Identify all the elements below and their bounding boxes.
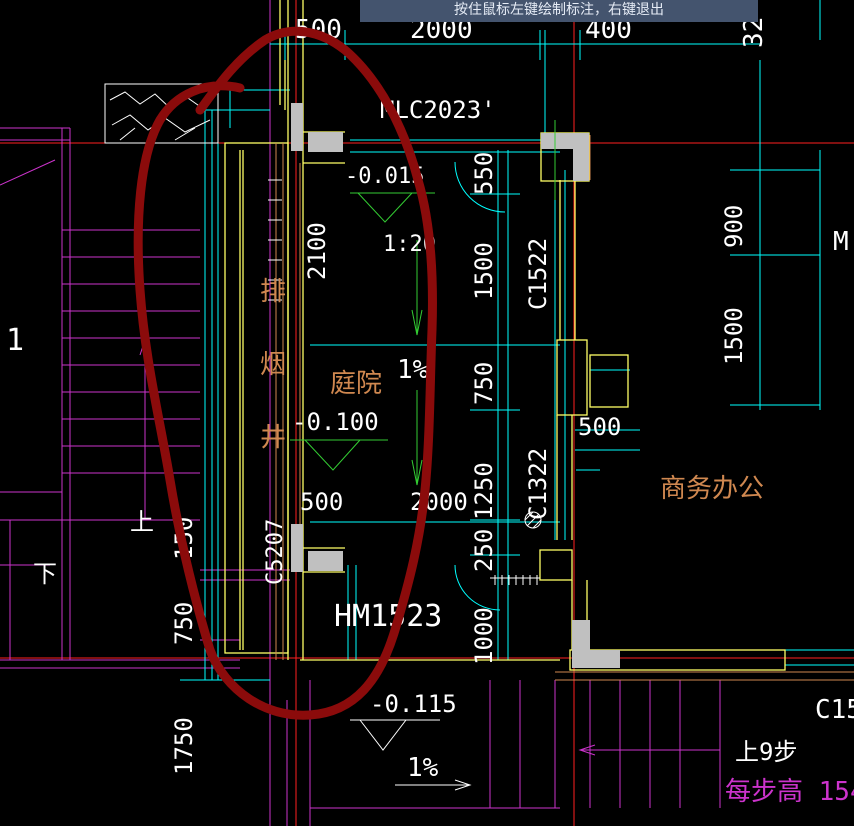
cad-drawing-canvas[interactable]: 500 2000 400 32 MLC2023' -0.015 1:20 210… [0,0,854,826]
smoke-shaft-label-1: 排 [260,277,286,307]
smoke-shaft-box [104,83,282,301]
smoke-shaft-label-2: 烟 [260,350,286,380]
dim-1500-left: 1500 [470,242,498,300]
left-number: 1 [6,323,24,358]
level-markers [350,511,542,791]
step-height-label: 每步高 154 [725,777,854,807]
door-hm1523: HM1523 [334,599,442,634]
dim-500-low: 500 [300,488,343,516]
window-c1322: C1322 [524,448,552,520]
dim-2100: 2100 [303,222,331,280]
smoke-shaft-label-3: 井 [260,423,286,453]
stairs-up-label: 上9步 [735,738,797,766]
command-prompt-bar: 按住鼠标左键绘制标注，右键退出 [360,0,758,22]
dim-250: 250 [470,529,498,572]
dim-1750: 1750 [170,717,198,775]
dim-1500-right: 1500 [720,307,748,365]
c15-label: C15 [815,695,854,725]
office-label: 商务办公 [660,474,764,504]
dim-500-right: 500 [578,413,621,441]
level-courtyard-low: -0.100 [292,408,379,436]
stair-up-label: 上 [130,508,154,536]
dim-1000: 1000 [470,607,498,665]
dim-900: 900 [720,205,748,248]
courtyard-label: 庭院 [330,369,382,399]
level-outside: -0.115 [370,690,457,718]
letter-m: M [833,227,849,257]
dim-550: 550 [470,152,498,195]
slope-pct-outside: 1% [407,753,439,783]
window-c1522: C1522 [524,238,552,310]
dim-1250: 1250 [470,462,498,520]
window-c5207: C5207 [263,519,288,585]
stair-down-label: 下 [33,560,57,588]
slope-pct-courtyard: 1% [397,355,429,385]
dim-750-mid: 750 [470,362,498,405]
